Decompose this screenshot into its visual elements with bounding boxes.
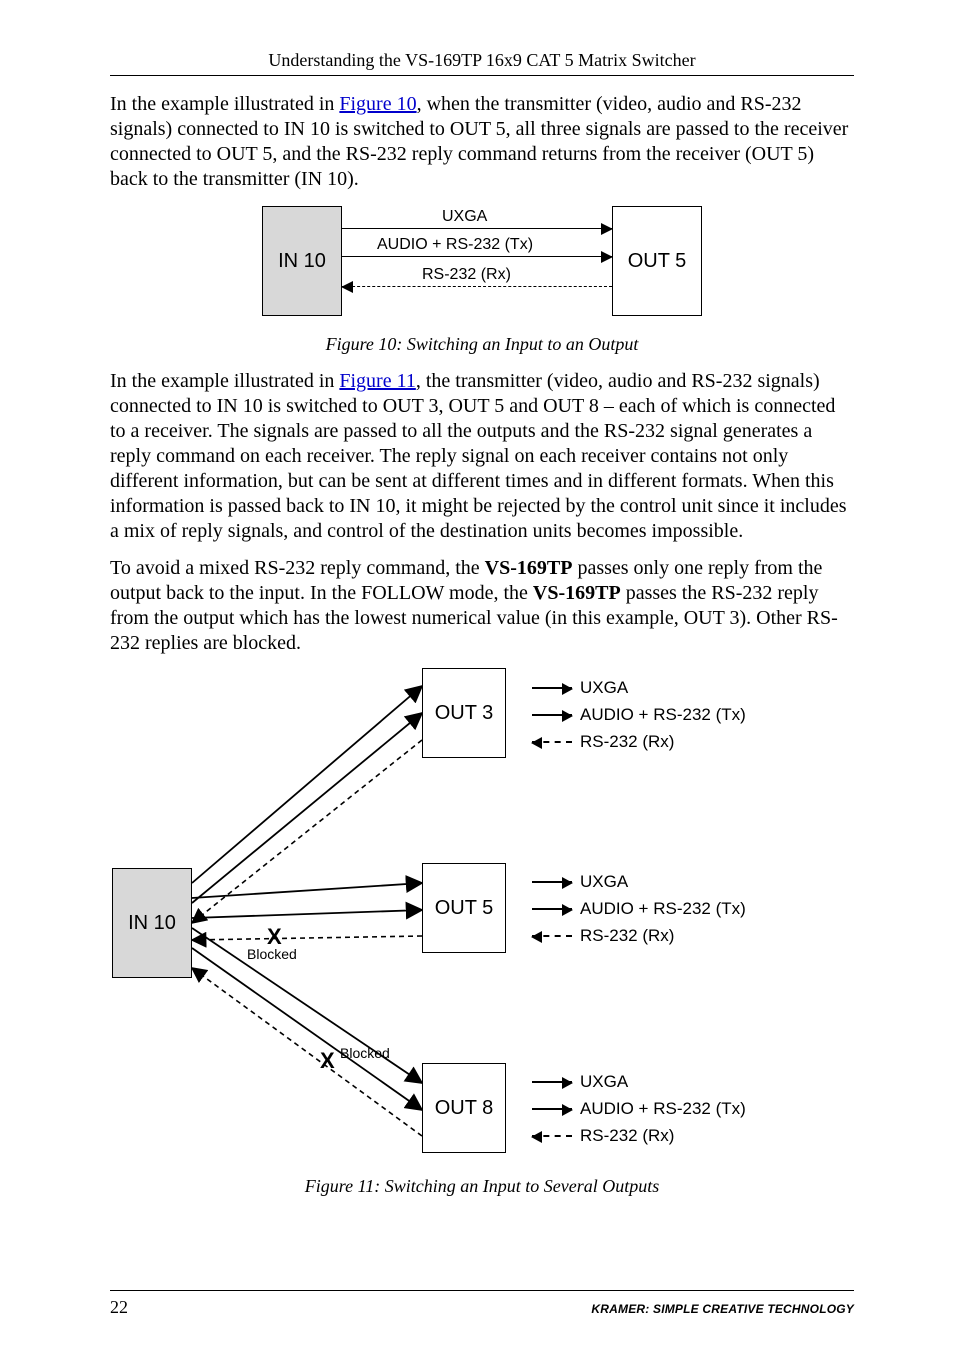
fig10-sig1-label: UXGA <box>442 208 487 226</box>
figure-11-link[interactable]: Figure 11 <box>339 370 415 392</box>
leg-rx: RS-232 (Rx) <box>580 728 674 755</box>
figure-10: IN 10 OUT 5 UXGA AUDIO + RS-232 (Tx) RS-… <box>262 206 702 326</box>
fig11-out5-block-label: Blocked <box>247 946 297 962</box>
leg-audio-3: AUDIO + RS-232 (Tx) <box>580 1095 746 1122</box>
page-footer: 22 KRAMER: SIMPLE CREATIVE TECHNOLOGY <box>110 1290 854 1318</box>
fig10-sig2-label: AUDIO + RS-232 (Tx) <box>377 236 533 254</box>
leg-audio-2: AUDIO + RS-232 (Tx) <box>580 895 746 922</box>
fig11-out5-box: OUT 5 <box>422 863 506 953</box>
leg-uxga: UXGA <box>580 674 628 701</box>
fig10-sig1-line <box>342 228 612 229</box>
fig11-in10-box: IN 10 <box>112 868 192 978</box>
running-header: Understanding the VS-169TP 16x9 CAT 5 Ma… <box>110 50 854 76</box>
fig11-out8-block-x: X <box>320 1048 335 1074</box>
para3-b2: VS-169TP <box>533 582 621 604</box>
leg-uxga-2: UXGA <box>580 868 628 895</box>
leg-rx-2: RS-232 (Rx) <box>580 922 674 949</box>
leg-rx-3: RS-232 (Rx) <box>580 1122 674 1149</box>
leg-uxga-3: UXGA <box>580 1068 628 1095</box>
fig10-in10-box: IN 10 <box>262 206 342 316</box>
fig11-out8-box: OUT 8 <box>422 1063 506 1153</box>
footer-tagline: KRAMER: SIMPLE CREATIVE TECHNOLOGY <box>591 1302 854 1316</box>
leg-audio: AUDIO + RS-232 (Tx) <box>580 701 746 728</box>
fig11-out3-box: OUT 3 <box>422 668 506 758</box>
para3-b1: VS-169TP <box>485 557 573 579</box>
fig10-sig3-label: RS-232 (Rx) <box>422 266 511 284</box>
paragraph-1: In the example illustrated in Figure 10,… <box>110 92 854 192</box>
fig11-out3-legend: UXGA AUDIO + RS-232 (Tx) RS-232 (Rx) <box>532 674 746 756</box>
para1-pre: In the example illustrated in <box>110 93 339 115</box>
para3-t1: To avoid a mixed RS-232 reply command, t… <box>110 557 485 579</box>
figure-11: IN 10 OUT 3 OUT 5 OUT 8 X Blocked X Bloc… <box>112 668 852 1168</box>
figure-11-caption: Figure 11: Switching an Input to Several… <box>110 1176 854 1197</box>
fig10-out5-box: OUT 5 <box>612 206 702 316</box>
page-number: 22 <box>110 1297 128 1318</box>
para2-pre: In the example illustrated in <box>110 370 339 392</box>
fig11-out5-legend: UXGA AUDIO + RS-232 (Tx) RS-232 (Rx) <box>532 868 746 950</box>
fig10-sig3-line <box>342 286 612 287</box>
para2-post: , the transmitter (video, audio and RS-2… <box>110 370 847 542</box>
figure-10-link[interactable]: Figure 10 <box>339 93 416 115</box>
paragraph-3: To avoid a mixed RS-232 reply command, t… <box>110 556 854 656</box>
fig11-out8-block-label: Blocked <box>340 1045 390 1061</box>
fig10-sig2-line <box>342 256 612 257</box>
figure-10-caption: Figure 10: Switching an Input to an Outp… <box>110 334 854 355</box>
paragraph-2: In the example illustrated in Figure 11,… <box>110 369 854 544</box>
fig11-out8-legend: UXGA AUDIO + RS-232 (Tx) RS-232 (Rx) <box>532 1068 746 1150</box>
